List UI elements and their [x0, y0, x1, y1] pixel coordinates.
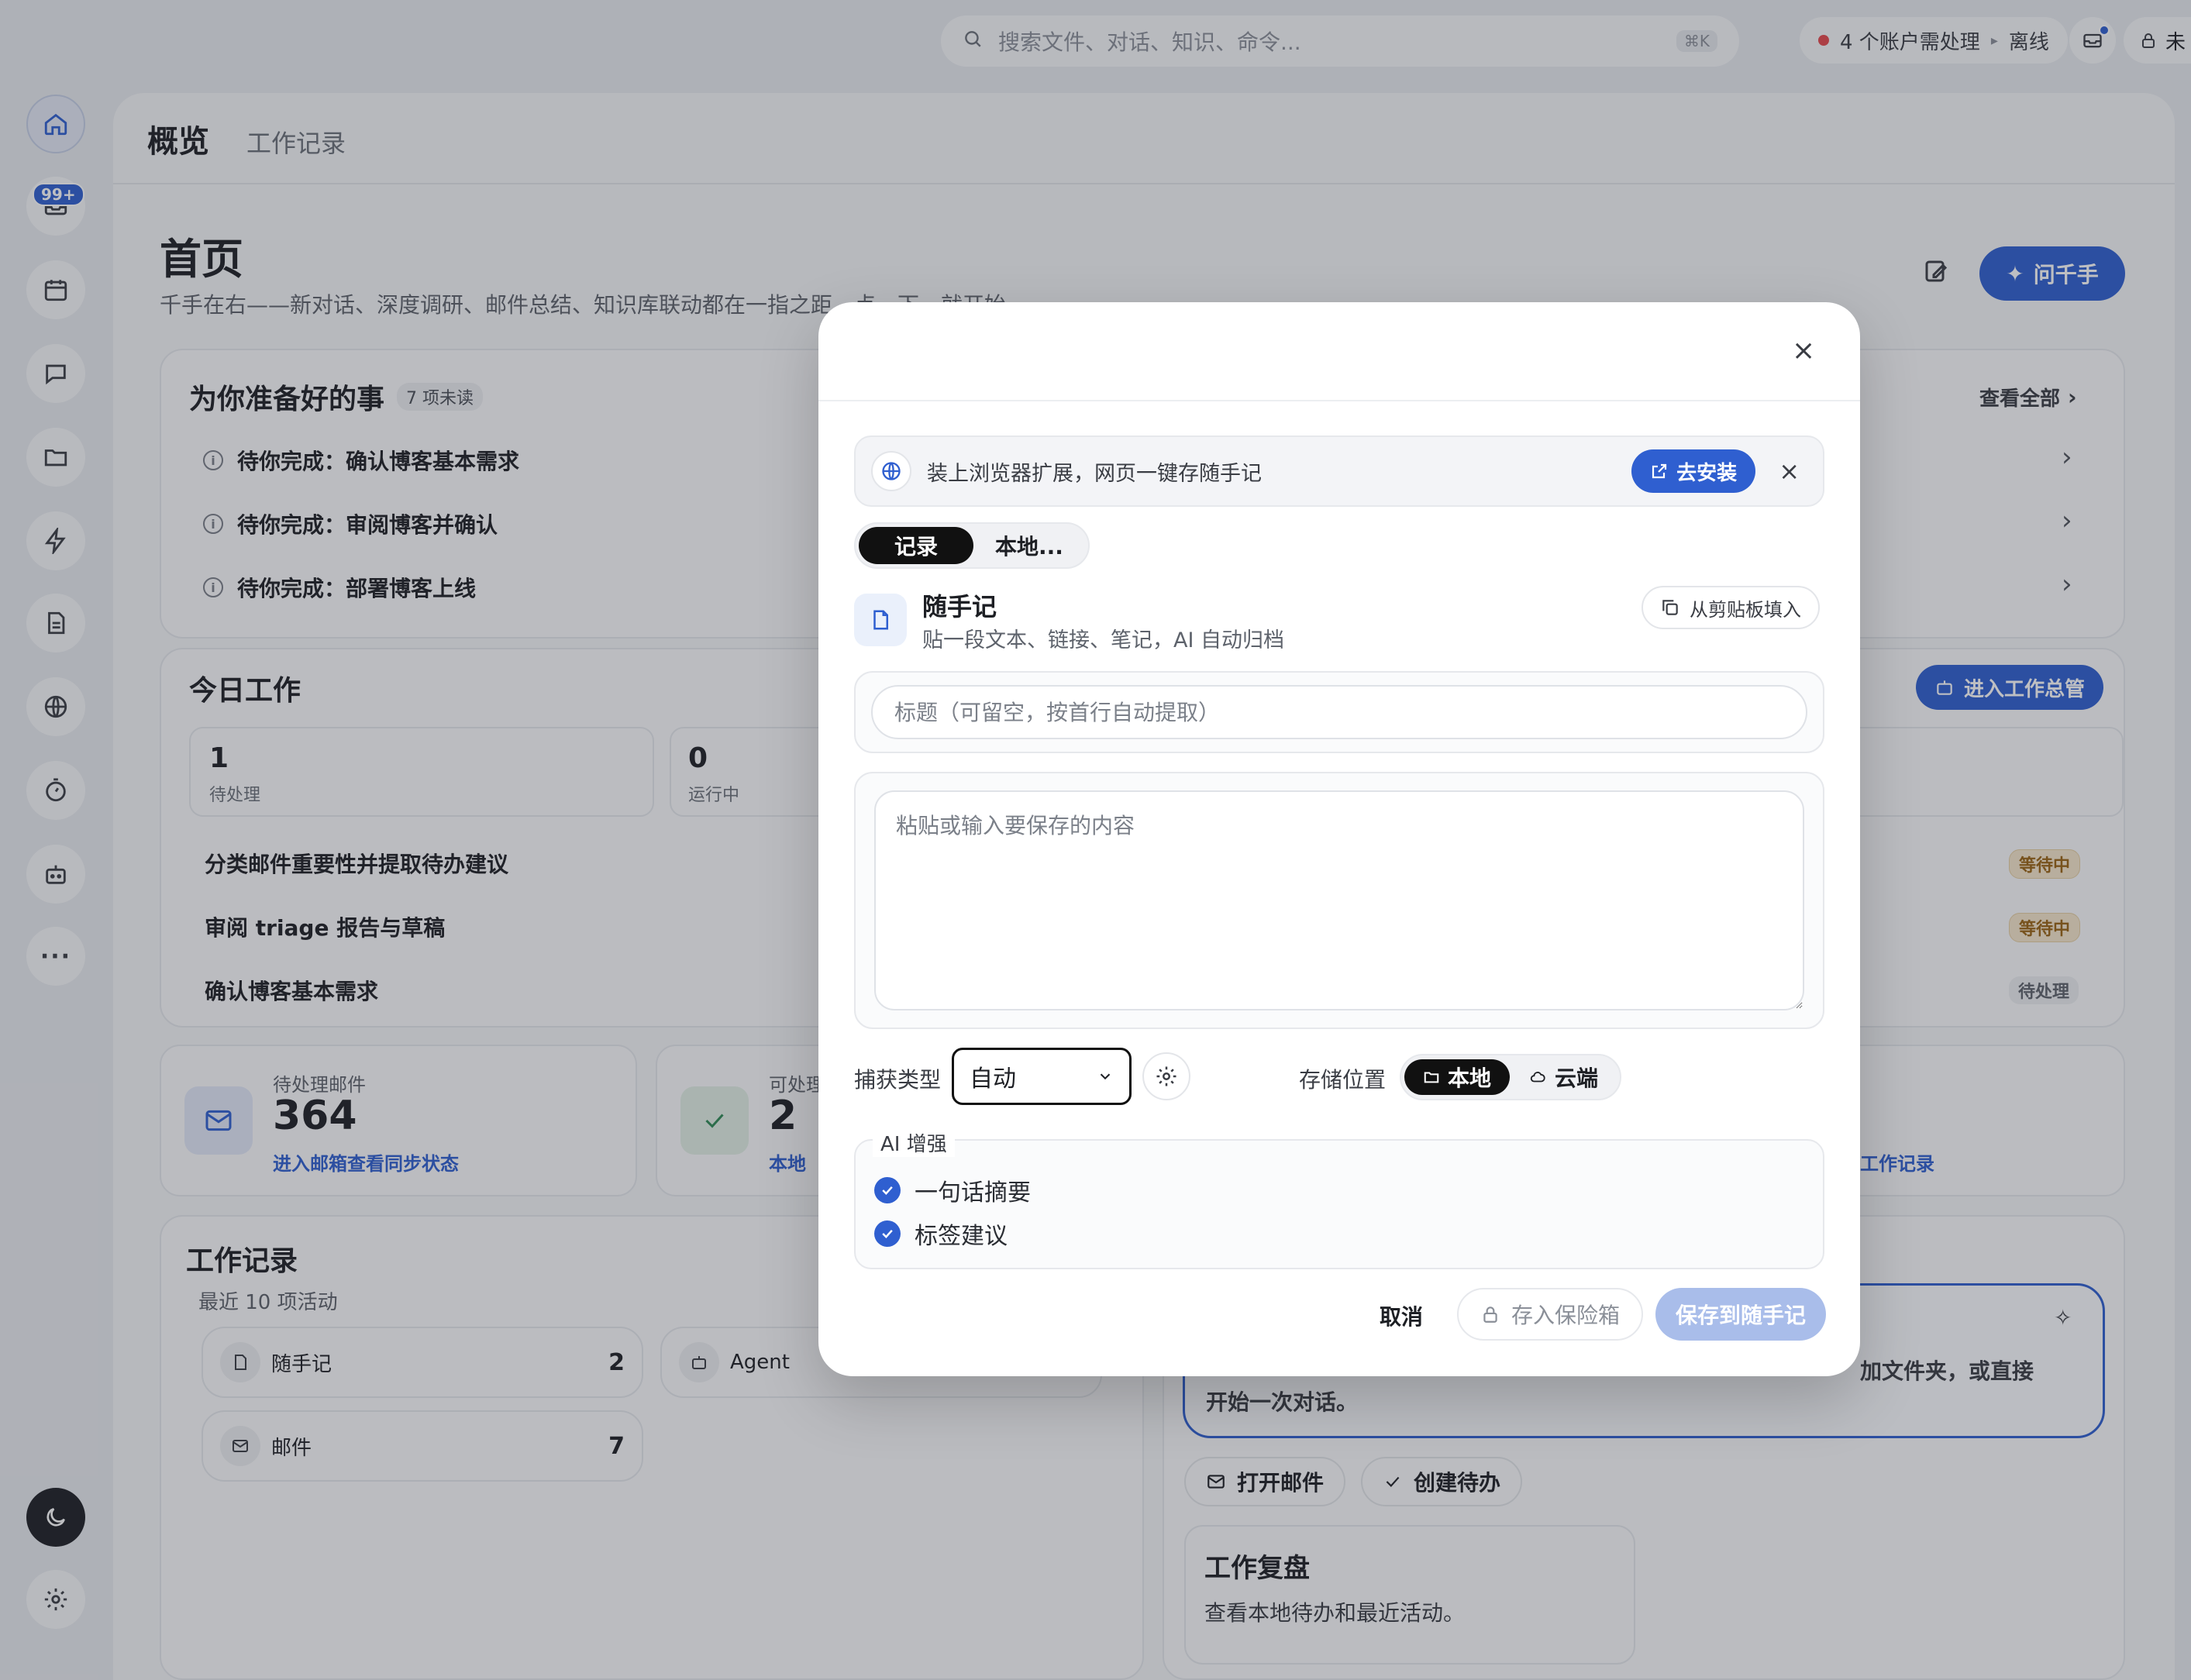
- note-title: 随手记: [922, 592, 997, 621]
- folder-icon: [1424, 1072, 1439, 1083]
- paste-from-clipboard-button[interactable]: 从剪贴板填入: [1642, 586, 1820, 629]
- summary-checkbox[interactable]: 一句话摘要: [874, 1173, 1031, 1207]
- external-link-icon: [1652, 463, 1667, 479]
- chevron-down-icon: [1100, 1073, 1111, 1080]
- note-desc: 贴一段文本、链接、笔记，AI 自动归档: [922, 628, 1285, 652]
- tags-option-label: 标签建议: [915, 1223, 1008, 1250]
- capture-settings-button[interactable]: [1142, 1052, 1190, 1100]
- cloud-icon: [1530, 1072, 1545, 1083]
- storage-segmented-control: 本地 云端: [1400, 1054, 1622, 1100]
- content-field-wrap: [854, 772, 1824, 1029]
- title-field-wrap: [854, 671, 1824, 753]
- paste-label: 从剪贴板填入: [1690, 598, 1801, 621]
- save-to-vault-button[interactable]: 存入保险箱: [1457, 1288, 1644, 1341]
- extension-banner: 装上浏览器扩展，网页一键存随手记 去安装 ×: [854, 435, 1824, 507]
- cancel-button[interactable]: 取消: [1380, 1300, 1423, 1331]
- copy-icon: [1662, 600, 1678, 615]
- gear-icon: [1156, 1066, 1176, 1086]
- tags-checkbox[interactable]: 标签建议: [874, 1217, 1008, 1251]
- storage-label: 存储位置: [1299, 1067, 1387, 1093]
- save-note-button[interactable]: 保存到随手记: [1655, 1288, 1827, 1341]
- checkmark-icon: [874, 1220, 901, 1247]
- document-icon: [854, 594, 907, 646]
- mode-segmented-control: 记录 本地...: [854, 522, 1090, 569]
- dismiss-banner-icon[interactable]: ×: [1779, 456, 1800, 486]
- lock-icon: [1483, 1306, 1497, 1323]
- checkmark-icon: [874, 1177, 901, 1203]
- vault-label: 存入保险箱: [1511, 1303, 1621, 1328]
- storage-local[interactable]: 本地: [1404, 1059, 1511, 1095]
- capture-type-value: 自动: [970, 1065, 1016, 1093]
- title-input[interactable]: [871, 685, 1807, 739]
- storage-cloud-label: 云端: [1555, 1065, 1599, 1091]
- ai-enhance-legend: AI 增强: [873, 1128, 955, 1157]
- content-textarea[interactable]: [874, 790, 1804, 1010]
- close-modal-icon[interactable]: ×: [1792, 335, 1815, 367]
- tab-local[interactable]: 本地...: [973, 527, 1085, 564]
- capture-type-select[interactable]: 自动: [952, 1048, 1132, 1105]
- modal-divider: [818, 400, 1860, 401]
- globe-icon: [871, 451, 911, 491]
- tab-record[interactable]: 记录: [859, 527, 974, 564]
- banner-text: 装上浏览器扩展，网页一键存随手记: [927, 461, 1262, 486]
- install-label: 去安装: [1676, 461, 1738, 485]
- summary-option-label: 一句话摘要: [915, 1179, 1031, 1207]
- install-extension-button[interactable]: 去安装: [1631, 449, 1756, 493]
- storage-cloud[interactable]: 云端: [1510, 1059, 1617, 1095]
- storage-local-label: 本地: [1448, 1065, 1492, 1091]
- capture-type-label: 捕获类型: [854, 1067, 942, 1093]
